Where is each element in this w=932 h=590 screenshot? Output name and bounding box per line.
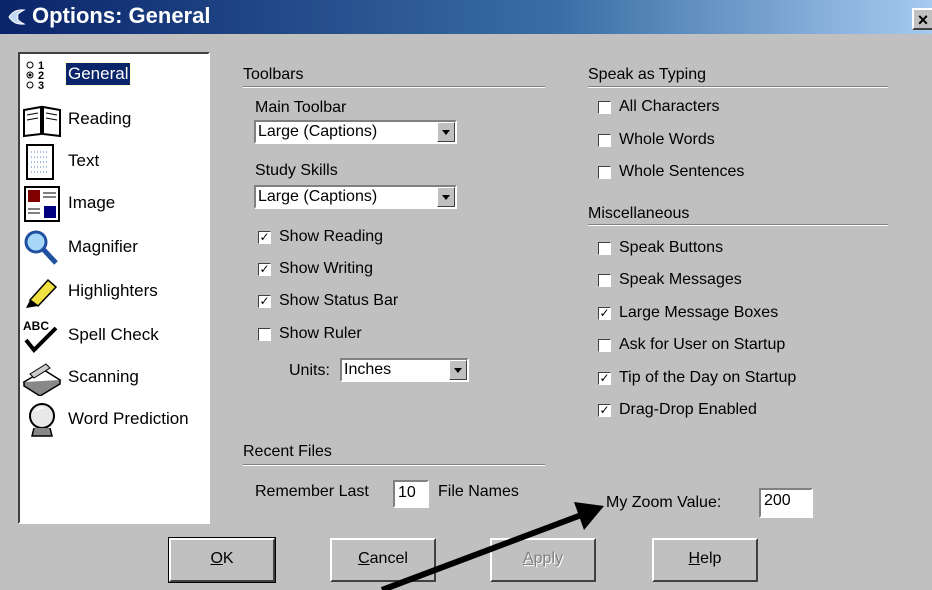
- annotation-arrow-icon: [380, 502, 604, 590]
